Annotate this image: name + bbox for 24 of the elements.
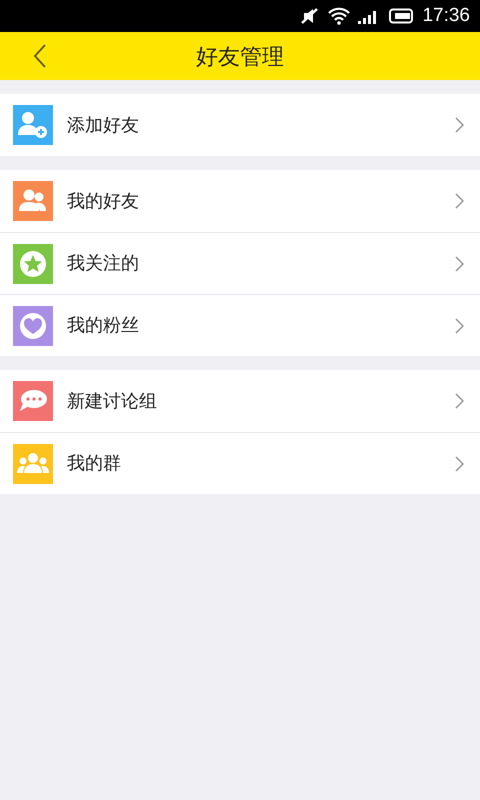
- menu-item[interactable]: 我的好友: [0, 170, 480, 232]
- wifi-icon: [328, 7, 350, 25]
- chevron-icon: [455, 117, 464, 133]
- battery-icon: [388, 8, 414, 24]
- chevron-icon: [455, 318, 464, 334]
- item-label: 新建讨论组: [67, 390, 158, 412]
- menu-item[interactable]: 新建讨论组: [0, 370, 480, 432]
- mute-icon: [300, 7, 320, 25]
- item-label: 我关注的: [67, 252, 140, 275]
- chevron-icon: [455, 456, 464, 472]
- status-time: 17:36: [422, 4, 470, 28]
- page-title: 好友管理: [196, 42, 284, 70]
- menu-item[interactable]: 添加好友: [0, 94, 480, 156]
- item-label: 添加好友: [67, 114, 140, 136]
- item-label: 我的好友: [67, 190, 140, 212]
- menu-item[interactable]: 我的粉丝: [0, 294, 480, 356]
- menu-item[interactable]: 我关注的: [0, 232, 480, 294]
- item-label: 我的群: [67, 452, 122, 475]
- chevron-icon: [455, 393, 464, 409]
- menu-item[interactable]: 我的群: [0, 432, 480, 494]
- chevron-icon: [455, 193, 464, 209]
- chevron-icon: [455, 256, 464, 272]
- back-icon: [33, 44, 47, 68]
- item-label: 我的粉丝: [67, 314, 140, 337]
